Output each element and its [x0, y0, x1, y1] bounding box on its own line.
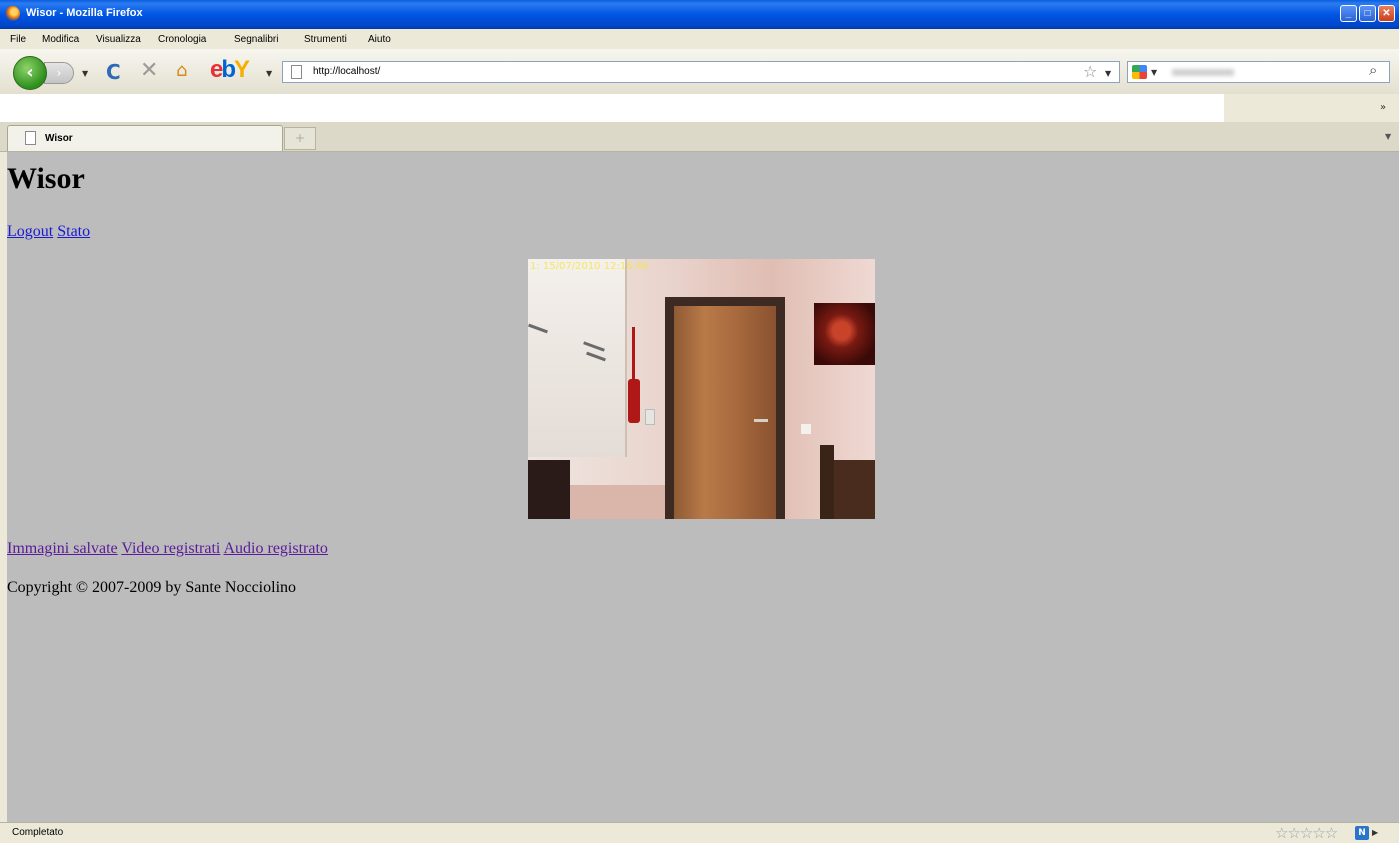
url-dropdown-icon[interactable]: ▼ [1105, 69, 1111, 78]
back-button[interactable]: ‹ [13, 56, 47, 90]
tab-label: Wisor [45, 133, 73, 144]
firefox-icon [5, 6, 20, 21]
menu-file[interactable]: File [10, 34, 26, 45]
menu-strumenti[interactable]: Strumenti [304, 34, 347, 45]
copyright-text: Copyright © 2007-2009 by Sante Nocciolin… [7, 579, 297, 596]
maximize-button[interactable]: □ [1359, 5, 1376, 22]
saved-images-link[interactable]: Immagini salvate [7, 540, 118, 557]
menu-visualizza[interactable]: Visualizza [96, 34, 141, 45]
menu-modifica[interactable]: Modifica [42, 34, 79, 45]
menu-cronologia[interactable]: Cronologia [158, 34, 206, 45]
logout-link[interactable]: Logout [7, 223, 53, 240]
minimize-button[interactable]: _ [1340, 5, 1357, 22]
bookmark-star-icon[interactable]: ☆ [1083, 62, 1097, 81]
forward-button[interactable]: › [44, 62, 74, 84]
page-title: Wisor [7, 162, 85, 195]
window-title: Wisor - Mozilla Firefox [26, 7, 143, 19]
google-engine-icon[interactable] [1132, 65, 1147, 79]
ebay-logo-icon[interactable]: ebY [210, 56, 250, 84]
menu-bar: File Modifica Visualizza Cronologia Segn… [0, 29, 1399, 49]
history-dropdown-icon[interactable]: ▼ [82, 69, 88, 78]
status-bar: Completato ☆☆☆☆☆ N ▶ [0, 822, 1399, 843]
new-tab-button[interactable]: + [284, 127, 316, 150]
address-text[interactable]: http://localhost/ [313, 66, 380, 77]
page-content: Wisor Logout Stato 1: 15/07/2010 12:16:4… [7, 152, 1399, 822]
top-links: Logout Stato [7, 223, 1399, 241]
bottom-links: Immagini salvate Video registrati Audio … [7, 540, 1399, 558]
menu-segnalibri[interactable]: Segnalibri [234, 34, 278, 45]
bookmarks-bar [0, 94, 1399, 122]
addon-icon[interactable]: N [1355, 826, 1369, 840]
window-titlebar: Wisor - Mozilla Firefox _ □ ✕ [0, 0, 1399, 29]
home-icon[interactable]: ⌂ [176, 60, 187, 81]
recorded-audio-link[interactable]: Audio registrato [224, 540, 328, 557]
search-icon[interactable]: ⌕ [1369, 61, 1377, 79]
rating-stars-icon[interactable]: ☆☆☆☆☆ [1275, 824, 1338, 842]
chevron-right-icon[interactable]: » [1380, 102, 1386, 113]
status-text: Completato [12, 827, 64, 838]
menu-aiuto[interactable]: Aiuto [368, 34, 391, 45]
tabs-list-icon[interactable]: ▼ [1385, 132, 1391, 141]
recorded-videos-link[interactable]: Video registrati [121, 540, 220, 557]
tab-wisor[interactable]: Wisor [7, 125, 283, 151]
search-input[interactable]: ▼ [1127, 61, 1390, 83]
page-icon [25, 131, 36, 145]
ebay-dropdown-icon[interactable]: ▼ [266, 69, 272, 78]
page-icon [291, 65, 302, 79]
addon-arrow-icon[interactable]: ▶ [1372, 828, 1378, 837]
bookmarks-bar-overflow [1224, 94, 1399, 122]
camera-timestamp: 1: 15/07/2010 12:16:46 [530, 261, 649, 272]
stop-icon[interactable]: ✕ [140, 58, 158, 83]
reload-icon[interactable]: C [106, 60, 121, 84]
engine-dropdown-icon[interactable]: ▼ [1151, 68, 1157, 77]
search-text [1172, 69, 1234, 76]
address-bar[interactable]: http://localhost/ [282, 61, 1120, 83]
stato-link[interactable]: Stato [57, 223, 90, 240]
camera-image: 1: 15/07/2010 12:16:46 [528, 259, 875, 519]
close-button[interactable]: ✕ [1378, 5, 1395, 22]
